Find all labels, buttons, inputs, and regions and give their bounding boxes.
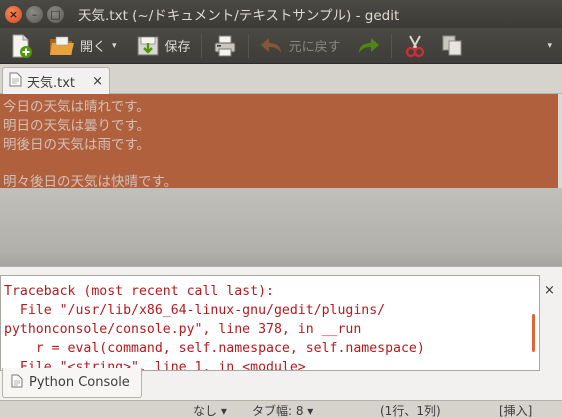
editor-overlay (0, 94, 562, 266)
toolbar-separator (390, 33, 392, 58)
copy-button[interactable] (436, 31, 470, 61)
python-console-output[interactable]: Traceback (most recent call last): File … (0, 275, 540, 371)
console-line: Traceback (most recent call last): (4, 284, 274, 299)
window-minimize-button[interactable]: – (26, 5, 43, 23)
panel-close-icon[interactable]: × (544, 283, 555, 298)
undo-button[interactable]: 元に戻す (255, 31, 345, 61)
panel-tab-label: Python Console (29, 375, 130, 390)
tab-close-icon[interactable]: × (92, 74, 103, 89)
status-bar: なし ▾ タブ幅: 8 ▾ (1行、1列) [挿入] (0, 400, 562, 418)
save-icon (135, 33, 161, 59)
tab-label: 天気.txt (27, 75, 76, 91)
scissors-icon (402, 33, 428, 59)
console-line: File "/usr/lib/x86_64-linux-gnu/gedit/pl… (4, 303, 386, 318)
save-label: 保存 (164, 40, 191, 55)
console-scrollbar[interactable] (532, 314, 535, 352)
window-title: 天気.txt (~/ドキュメント/テキストサンプル) - gedit (78, 8, 400, 24)
cut-button[interactable] (398, 31, 432, 61)
folder-icon (48, 33, 76, 59)
console-line: pythonconsole/console.py", line 378, in … (4, 322, 362, 337)
printer-icon (212, 33, 238, 59)
document-tab-bar: 天気.txt × (0, 64, 562, 94)
open-dropdown-icon[interactable]: ▾ (112, 41, 117, 51)
console-line: r = eval(command, self.namespace, self.n… (4, 341, 425, 356)
insert-mode: [挿入] (499, 404, 533, 418)
new-document-icon (8, 33, 34, 59)
undo-label: 元に戻す (288, 40, 341, 55)
console-page-icon (11, 374, 23, 392)
tab-python-console[interactable]: Python Console (2, 368, 142, 398)
cursor-position: (1行、1列) (380, 404, 441, 418)
print-button[interactable] (208, 31, 242, 61)
window-close-button[interactable]: × (5, 5, 22, 23)
new-document-button[interactable] (4, 31, 38, 61)
undo-arrow-icon (259, 33, 285, 59)
toolbar-separator (247, 33, 249, 58)
text-editor[interactable]: 今日の天気は晴れです。 明日の天気は曇りです。 明後日の天気は雨です。 明々後日… (0, 94, 562, 266)
language-selector[interactable]: なし ▾ (193, 402, 227, 418)
save-button[interactable]: 保存 (131, 31, 195, 61)
toolbar-overflow-icon[interactable]: ▾ (547, 41, 552, 51)
redo-arrow-icon (355, 33, 381, 59)
text-file-icon (9, 72, 22, 91)
redo-button[interactable] (351, 31, 385, 61)
open-label: 開く (80, 40, 107, 55)
window-maximize-button[interactable]: □ (47, 5, 64, 23)
toolbar-separator (200, 33, 202, 58)
open-button[interactable]: 開く ▾ (44, 31, 121, 61)
tab-document[interactable]: 天気.txt × (2, 67, 110, 94)
tab-width-selector[interactable]: タブ幅: 8 ▾ (252, 402, 313, 418)
toolbar: 開く ▾ 保存 元に戻す ▾ (0, 28, 562, 64)
copy-icon (440, 33, 466, 59)
title-bar: × – □ 天気.txt (~/ドキュメント/テキストサンプル) - gedit (0, 0, 562, 28)
bottom-panel: Traceback (most recent call last): File … (0, 266, 562, 400)
